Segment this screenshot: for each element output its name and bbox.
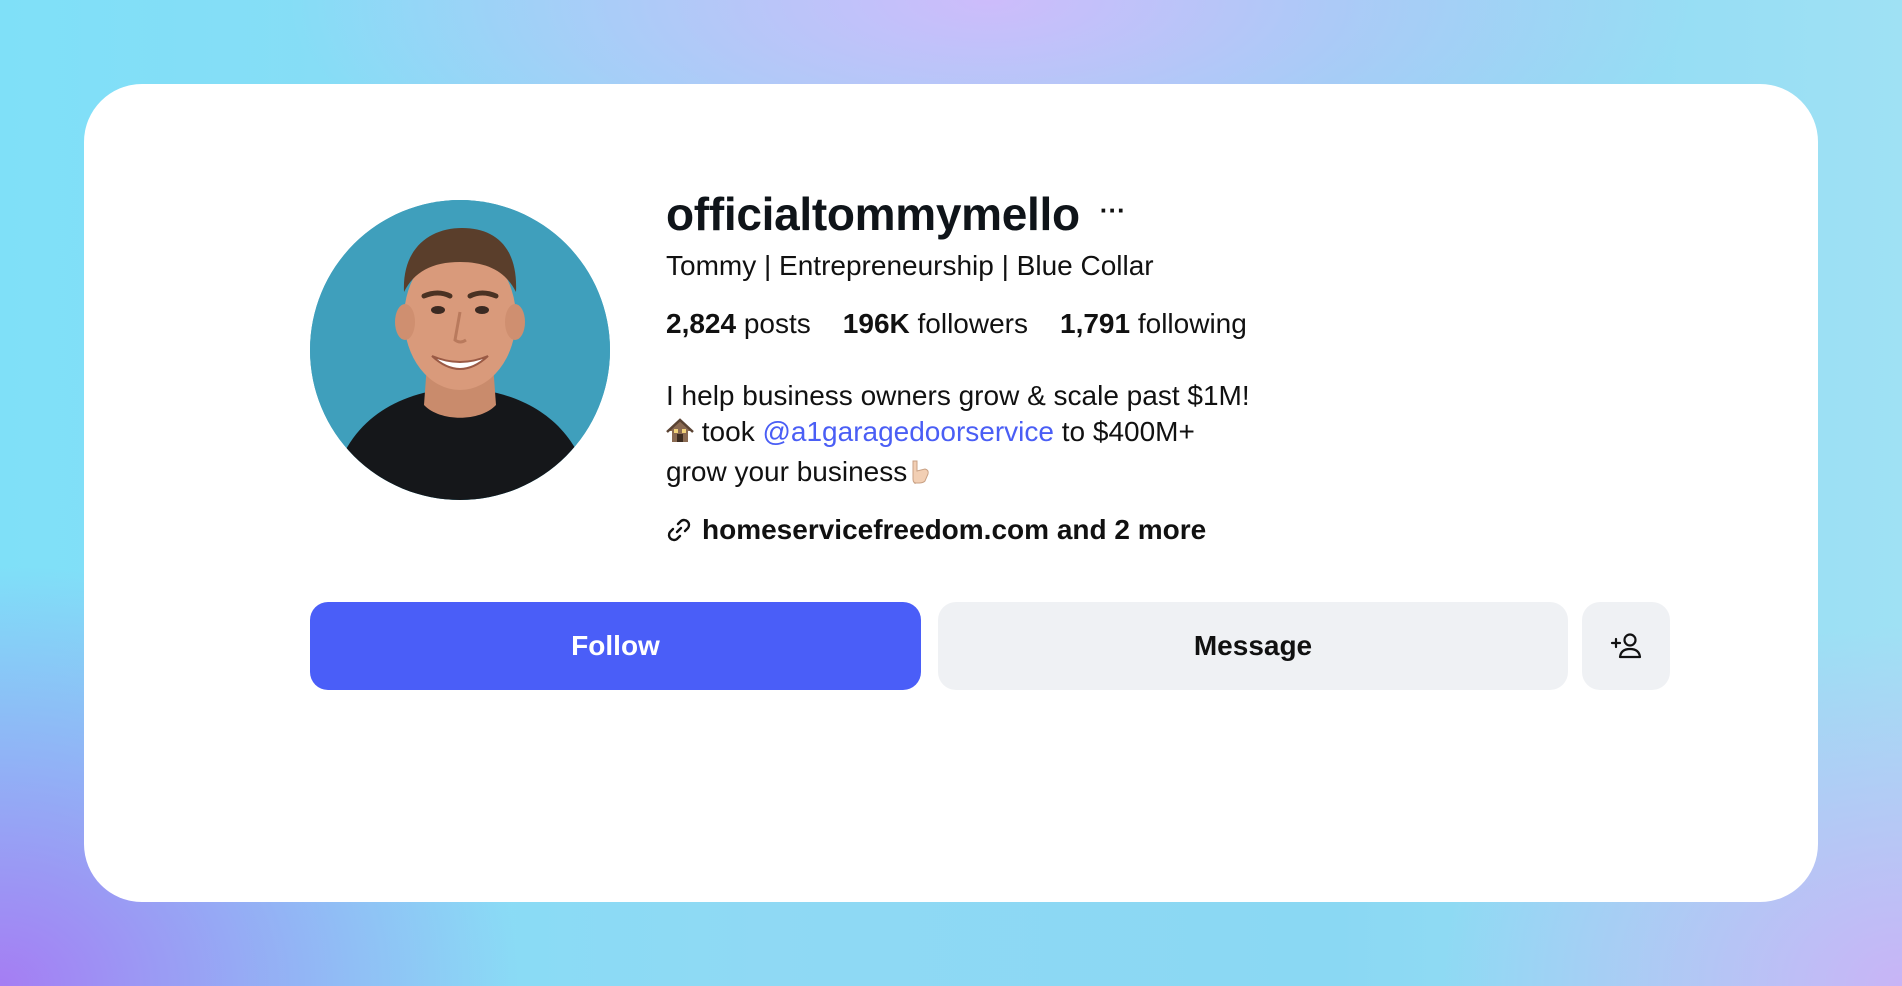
posts-label: posts	[743, 308, 811, 339]
avatar[interactable]	[310, 200, 610, 500]
following-number: 1,791	[1060, 308, 1131, 339]
bio-line-3-text: grow your business	[666, 456, 908, 487]
followers-label: followers	[917, 308, 1028, 339]
bio-line-2-text: took	[694, 416, 763, 447]
bio-line-3: grow your business	[666, 454, 1566, 494]
bio-line-1: I help business owners grow & scale past…	[666, 380, 1250, 411]
avatar-photo	[310, 200, 610, 500]
profile-stats: 2,824 posts 196K followers 1,791 followi…	[666, 304, 1566, 344]
message-button[interactable]: Message	[938, 602, 1568, 690]
bio-line-2-tail: to $400M+	[1053, 416, 1195, 447]
following-count[interactable]: 1,791 following	[1060, 304, 1247, 344]
username: officialtommymello	[666, 188, 1080, 240]
bio: I help business owners grow & scale past…	[666, 378, 1566, 494]
house-emoji-icon	[666, 417, 694, 454]
mention-link[interactable]: @a1garagedoorservice	[762, 416, 1053, 447]
username-row: officialtommymello ···	[666, 184, 1566, 244]
external-link[interactable]: homeservicefreedom.com and 2 more	[666, 510, 1566, 550]
full-name: Tommy | Entrepreneurship | Blue Collar	[666, 250, 1154, 281]
profile-info: officialtommymello ··· Tommy | Entrepren…	[666, 184, 1566, 550]
pointing-down-emoji-icon	[907, 457, 931, 494]
link-icon	[667, 518, 691, 542]
add-user-button[interactable]	[1582, 602, 1670, 690]
bio-line-2: took @a1garagedoorservice to $400M+	[666, 414, 1566, 454]
followers-count[interactable]: 196K followers	[843, 304, 1028, 344]
following-label: following	[1137, 308, 1247, 339]
add-user-icon	[1610, 633, 1642, 659]
followers-number: 196K	[842, 308, 910, 339]
link-text: homeservicefreedom.com and 2 more	[702, 514, 1207, 545]
posts-number: 2,824	[666, 308, 737, 339]
follow-button[interactable]: Follow	[310, 602, 921, 690]
profile-card: officialtommymello ··· Tommy | Entrepren…	[84, 84, 1818, 902]
posts-count[interactable]: 2,824 posts	[666, 304, 811, 344]
more-options-icon[interactable]: ···	[1100, 197, 1126, 231]
